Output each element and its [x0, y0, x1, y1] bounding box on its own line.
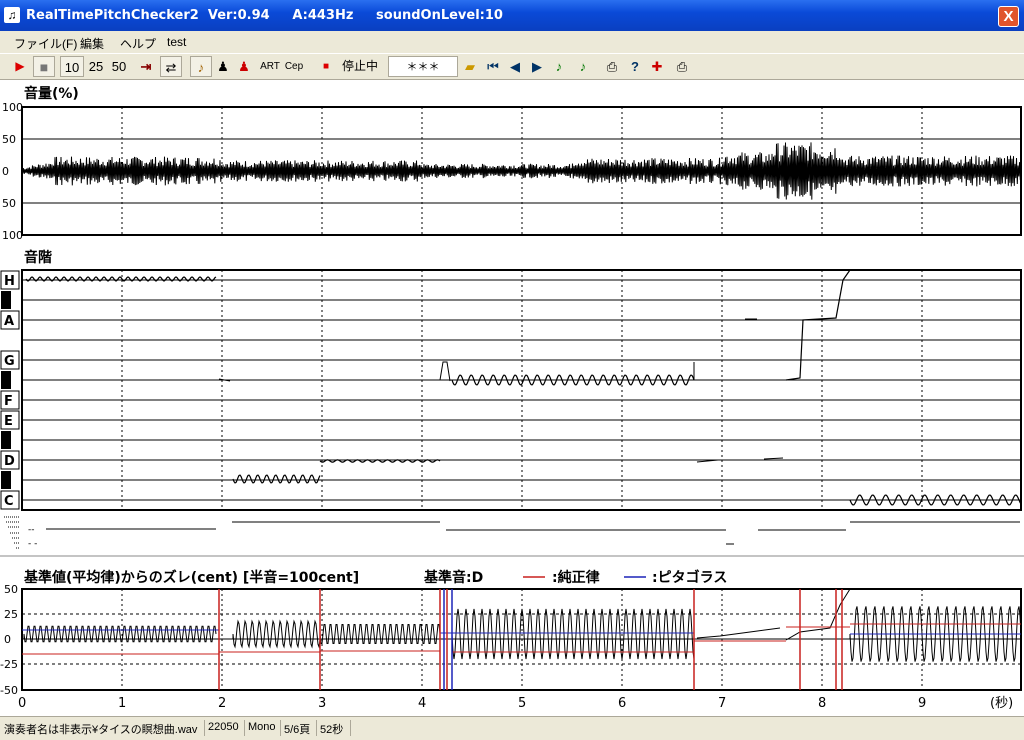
note2-icon[interactable]: ♪	[574, 56, 592, 77]
cent-y-tick: 0	[4, 633, 11, 646]
mark-text: --	[28, 525, 35, 535]
cent-y-tick: 50	[4, 583, 18, 596]
analysis-plot: 音量(%)10050050100音階HAGFEDC--- -基準値(平均律)から…	[0, 80, 1024, 716]
pitch-trace-d-flat	[232, 474, 321, 484]
print2-icon[interactable]: ⎙	[672, 56, 692, 77]
note-label: A	[4, 314, 14, 329]
mark-text: - -	[28, 539, 37, 549]
volume-y-tick: 100	[2, 101, 23, 114]
cent-y-tick: -50	[0, 684, 18, 697]
prev-page-icon[interactable]: ◀	[506, 56, 524, 77]
close-button[interactable]: X	[998, 6, 1019, 27]
window-title: RealTimePitchChecker2 Ver:0.94 A:443Hz s…	[26, 8, 503, 23]
black-key	[1, 471, 11, 489]
legend-just: :純正律	[552, 569, 600, 586]
x-tick: 6	[618, 696, 626, 711]
note-icon[interactable]: ♪	[550, 56, 568, 77]
note-display: ＊＊＊	[388, 56, 458, 77]
status-file: 演奏者名は非表示¥タイスの瞑想曲.wav	[4, 724, 198, 736]
speed-10-button[interactable]: 10	[60, 56, 84, 77]
ref-note: 基準音:D	[424, 569, 483, 586]
status-duration: 52秒	[320, 724, 344, 736]
play-icon[interactable]: ▶	[10, 56, 30, 77]
speed-25-button[interactable]: 25	[85, 56, 107, 77]
black-key	[1, 371, 11, 389]
cent-y-tick: -25	[0, 658, 18, 671]
x-tick: 9	[918, 696, 926, 711]
speed-50-button[interactable]: 50	[108, 56, 130, 77]
title-bar: ♫ RealTimePitchChecker2 Ver:0.94 A:443Hz…	[0, 0, 1024, 31]
note-label: G	[4, 354, 15, 369]
x-tick: 1	[118, 696, 126, 711]
cent-trace	[232, 619, 321, 649]
status-bar: 演奏者名は非表示¥タイスの瞑想曲.wav 22050 Mono 5/6頁 52秒	[0, 716, 1024, 740]
black-key	[1, 431, 11, 449]
jump-end-icon[interactable]: ⇥	[136, 56, 156, 77]
cent-title: 基準値(平均律)からのズレ(cent) [半音=100cent]	[24, 569, 359, 586]
cursor-icon[interactable]: ✚	[648, 56, 666, 77]
volume-y-tick: 100	[2, 229, 23, 242]
volume-waveform	[21, 142, 1021, 200]
volume-y-tick: 50	[2, 197, 16, 210]
first-page-icon[interactable]: ⏮	[484, 56, 502, 77]
x-tick: 8	[818, 696, 826, 711]
help-icon[interactable]: ?	[626, 56, 644, 77]
x-tick: 7	[718, 696, 726, 711]
violin-icon[interactable]: ♪	[190, 56, 212, 77]
record-icon[interactable]: ■	[316, 56, 336, 77]
print-icon[interactable]: ⎙	[602, 56, 622, 77]
stop-icon[interactable]: ■	[33, 56, 55, 77]
x-tick: 5	[518, 696, 526, 711]
status-text: 停止中	[341, 59, 378, 73]
pitch-trace-jump	[439, 361, 451, 382]
menu-test[interactable]: test	[167, 35, 186, 49]
cent-trace	[696, 627, 781, 639]
legend-pyth: :ピタゴラス	[652, 569, 727, 586]
x-tick: 4	[418, 696, 426, 711]
volume-title: 音量(%)	[24, 85, 79, 102]
menu-edit[interactable]: 編集	[80, 35, 104, 52]
cent-y-tick: 25	[4, 608, 18, 621]
player-black-icon[interactable]: ♟	[214, 56, 232, 77]
art-button[interactable]: ART	[258, 56, 282, 77]
status-channels: Mono	[248, 721, 276, 733]
loop-icon[interactable]: ⇄	[160, 56, 182, 77]
menu-help[interactable]: ヘルプ	[120, 35, 156, 52]
app-icon: ♫	[4, 7, 20, 23]
player-red-icon[interactable]: ♟	[235, 56, 253, 77]
next-page-icon[interactable]: ▶	[528, 56, 546, 77]
note-label: H	[4, 274, 15, 289]
menu-bar: ファイル(F) 編集 ヘルプ test	[0, 31, 1024, 53]
note-label: E	[4, 414, 13, 429]
note-label: D	[4, 454, 15, 469]
status-page: 5/6頁	[284, 724, 311, 736]
cep-button[interactable]: Cep	[283, 56, 305, 77]
note-label: F	[4, 394, 13, 409]
volume-y-tick: 50	[2, 133, 16, 146]
volume-y-tick: 0	[2, 165, 9, 178]
x-tick: 3	[318, 696, 326, 711]
x-tick: 0	[18, 696, 26, 711]
toolbar: ▶ ■ 10 25 50 ⇥ ⇄ ♪ ♟ ♟ ART Cep ■ 停止中 ＊＊＊…	[0, 53, 1024, 80]
black-key	[1, 291, 11, 309]
x-unit: (秒)	[990, 696, 1013, 711]
open-folder-icon[interactable]: ▰	[460, 56, 480, 77]
pitch-trace-rise	[785, 269, 851, 381]
note-label: C	[4, 494, 14, 509]
x-tick: 2	[218, 696, 226, 711]
scale-title: 音階	[24, 249, 52, 266]
status-rate: 22050	[208, 721, 239, 733]
pitch-trace-d3	[763, 457, 784, 460]
menu-file[interactable]: ファイル(F)	[14, 35, 77, 52]
